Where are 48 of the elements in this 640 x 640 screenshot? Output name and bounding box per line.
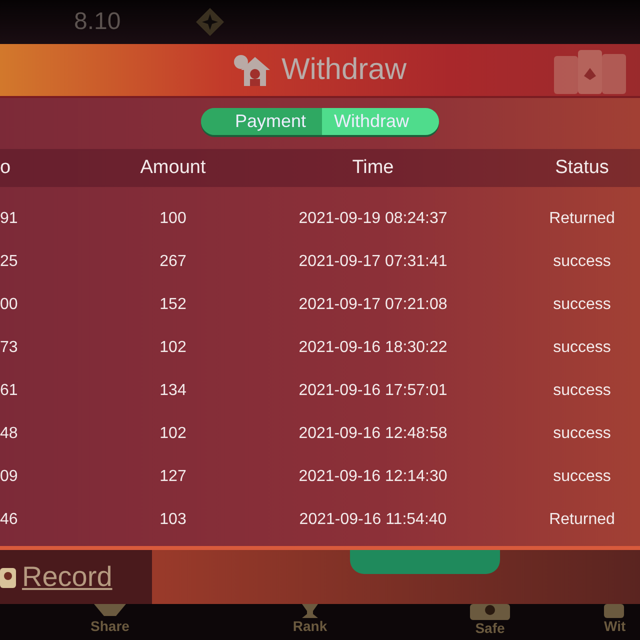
- table-cell-text: 152: [158, 295, 188, 316]
- column-header: o: [0, 156, 12, 180]
- table-cell-text: 2021-09-16 12:48:58: [298, 424, 448, 444]
- column-header: Amount: [139, 156, 207, 180]
- column-header: Time: [351, 156, 395, 180]
- nav-label[interactable]: Rank: [292, 618, 328, 634]
- table-cell-text: 46: [0, 510, 19, 530]
- action-button[interactable]: [350, 550, 500, 574]
- table-cell-text: 103: [158, 510, 188, 530]
- table-cell-text: success: [552, 424, 612, 444]
- table-cell-text: 102: [158, 424, 188, 444]
- table-cell-text: success: [552, 381, 612, 402]
- table-cell-text: 2021-09-16 11:54:40: [298, 510, 448, 530]
- table-cell-text: 2021-09-16 17:57:01: [298, 381, 448, 402]
- balance-text: 8.10: [74, 8, 121, 36]
- safe-icon[interactable]: [470, 604, 510, 620]
- table-cell-text: 73: [0, 338, 19, 358]
- dialog-title: Withdraw: [281, 53, 407, 87]
- table-cell-text: 100: [158, 209, 188, 230]
- table-cell-text: 2021-09-16 18:30:22: [298, 338, 448, 358]
- record-link[interactable]: Record: [22, 561, 112, 593]
- table-cell-text: success: [552, 338, 612, 358]
- table-cell-text: Returned: [548, 510, 616, 530]
- table-cell-text: 61: [0, 381, 19, 402]
- nav-label[interactable]: Share: [90, 618, 130, 634]
- table-cell-text: 00: [0, 295, 19, 316]
- table-cell-text: success: [552, 252, 612, 272]
- table-cell-text: 48: [0, 424, 19, 444]
- table-cell-text: success: [552, 467, 612, 488]
- table-cell-text: 25: [0, 252, 19, 272]
- nav-label[interactable]: Safe: [475, 620, 505, 636]
- table-cell-text: Returned: [548, 209, 616, 230]
- table-cell-text: 134: [158, 381, 188, 402]
- table-cell-text: 102: [158, 338, 188, 358]
- table-cell-text: 91: [0, 209, 19, 230]
- nav-label[interactable]: Wit: [604, 618, 626, 634]
- table-cell-text: 2021-09-19 08:24:37: [298, 209, 448, 230]
- tab[interactable]: Payment: [200, 108, 322, 135]
- table-cell-text: 127: [158, 467, 188, 488]
- table-cell-text: 2021-09-17 07:31:41: [298, 252, 448, 272]
- column-header: Status: [554, 156, 610, 180]
- table-cell-text: 2021-09-17 07:21:08: [298, 295, 448, 316]
- table-cell-text: 09: [0, 467, 19, 488]
- table-cell-text: 267: [158, 252, 188, 272]
- table-cell-text: 2021-09-16 12:14:30: [298, 467, 448, 488]
- table-cell-text: success: [552, 295, 612, 316]
- diamond-icon: [194, 7, 225, 37]
- tab[interactable]: Withdraw: [322, 108, 440, 135]
